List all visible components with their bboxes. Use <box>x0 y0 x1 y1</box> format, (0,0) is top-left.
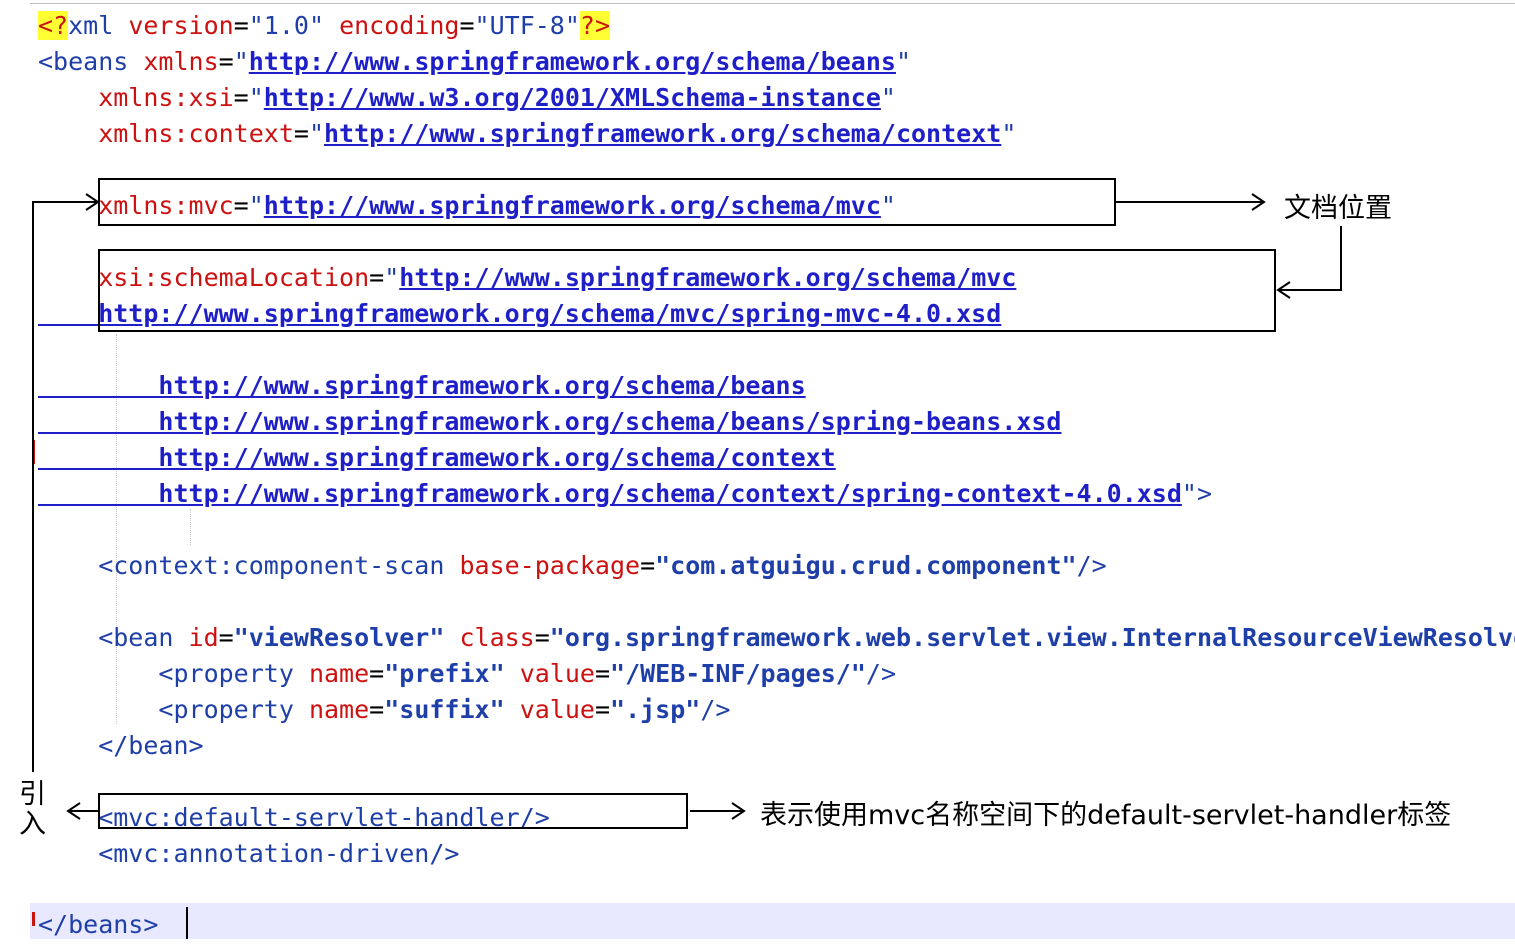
code-token-q: " <box>233 47 249 76</box>
code-token-eq: = <box>534 623 550 652</box>
doc-location-note: 文档位置 <box>1284 193 1392 224</box>
default-servlet-handler-box <box>98 793 688 829</box>
code-token-val: "org.springframework.web.servlet.view.In… <box>549 623 1515 652</box>
servlet-handler-note: 表示使用mvc名称空间下的default-servlet-handler标签 <box>760 800 1452 831</box>
code-token-tag: </bean> <box>38 731 204 760</box>
code-token-url: http://www.springframework.org/schema/co… <box>38 443 836 472</box>
code-token-attr: class <box>459 623 535 652</box>
code-token-eq: = <box>233 83 249 112</box>
code-line[interactable]: <property name="prefix" value="/WEB-INF/… <box>38 657 896 691</box>
code-line[interactable]: http://www.springframework.org/schema/co… <box>38 441 836 475</box>
code-token-eq: = <box>459 11 475 40</box>
code-token-eq: = <box>640 551 656 580</box>
code-line[interactable]: <property name="suffix" value=".jsp"/> <box>38 693 730 727</box>
code-token-url: http://www.springframework.org/schema/be… <box>38 407 1062 436</box>
code-token-q: " <box>895 47 912 76</box>
code-line[interactable]: http://www.springframework.org/schema/be… <box>38 369 806 403</box>
code-token-attr: version <box>128 11 234 40</box>
code-line[interactable]: <mvc:annotation-driven/> <box>38 837 459 871</box>
code-line[interactable]: </bean> <box>38 729 204 763</box>
current-line-highlight <box>30 903 1515 939</box>
code-token-q: " <box>308 119 324 148</box>
code-token-attr: encoding <box>339 11 460 40</box>
code-token-tag: <property <box>38 659 309 688</box>
code-token-val: "suffix" <box>384 695 520 724</box>
code-token-attr: xmlns:xsi <box>38 83 234 112</box>
code-token-pi: <? <box>38 11 69 40</box>
code-token-attr: base-package <box>459 551 641 580</box>
code-token-val: "com.atguigu.crud.component" <box>655 551 1077 580</box>
code-line[interactable]: http://www.springframework.org/schema/be… <box>38 405 1062 439</box>
import-note: 引入 <box>19 779 46 840</box>
code-token-url: http://www.springframework.org/schema/co… <box>38 479 1182 508</box>
schema-location-box <box>98 249 1276 332</box>
code-token-val: ".jsp" <box>610 695 701 724</box>
code-token-q: "1.0" <box>248 11 340 40</box>
code-token-attr: id <box>188 623 219 652</box>
code-token-eq: = <box>218 47 234 76</box>
code-token-eq: = <box>218 623 234 652</box>
indent-guide <box>190 509 191 545</box>
code-line[interactable]: </beans> <box>38 908 158 942</box>
code-token-url: http://www.springframework.org/schema/be… <box>38 371 806 400</box>
code-line[interactable]: http://www.springframework.org/schema/co… <box>38 477 1212 511</box>
code-token-tag: <property <box>38 695 309 724</box>
code-token-q: "UTF-8" <box>474 11 580 40</box>
code-token-kw: xml <box>68 11 129 40</box>
code-token-tag: <context:component-scan <box>38 551 460 580</box>
code-token-val: "viewResolver" <box>233 623 460 652</box>
code-line[interactable]: xmlns:xsi="http://www.w3.org/2001/XMLSch… <box>38 81 896 115</box>
code-token-url: http://www.w3.org/2001/XMLSchema-instanc… <box>263 83 881 112</box>
code-token-eq: = <box>293 119 309 148</box>
code-token-val: "/WEB-INF/pages/" <box>610 659 866 688</box>
code-token-q: " <box>1001 119 1017 148</box>
code-token-val: "prefix" <box>384 659 520 688</box>
code-token-url: http://www.springframework.org/schema/be… <box>248 47 896 76</box>
code-token-eq: = <box>369 695 385 724</box>
code-token-tag: </beans> <box>38 910 159 939</box>
code-token-q: " <box>248 83 264 112</box>
code-token-tag: /> <box>865 659 896 688</box>
code-line[interactable]: <context:component-scan base-package="co… <box>38 549 1107 583</box>
change-marker <box>32 440 35 464</box>
code-line[interactable]: <bean id="viewResolver" class="org.sprin… <box>38 621 1515 655</box>
change-marker <box>32 912 35 926</box>
code-line[interactable]: xmlns:context="http://www.springframewor… <box>38 117 1016 151</box>
code-token-attr: value <box>519 659 595 688</box>
code-token-url: http://www.springframework.org/schema/co… <box>324 119 1002 148</box>
code-token-tag: <mvc:annotation-driven/> <box>38 839 460 868</box>
code-token-tag: /> <box>1076 551 1107 580</box>
code-token-tag: /> <box>700 695 731 724</box>
code-token-pi: ?> <box>579 11 611 40</box>
code-token-tag: <bean <box>38 623 189 652</box>
code-token-tag: <beans <box>38 47 144 76</box>
code-token-attr: xmlns <box>143 47 219 76</box>
code-token-eq: = <box>369 659 385 688</box>
code-token-q: "> <box>1181 479 1213 508</box>
code-line[interactable]: <beans xmlns="http://www.springframework… <box>38 45 911 79</box>
code-token-eq: = <box>594 695 611 724</box>
code-token-attr: name <box>308 659 370 688</box>
code-token-attr: name <box>308 695 370 724</box>
mvc-namespace-box <box>98 178 1116 226</box>
code-token-q: " <box>880 83 896 112</box>
code-token-attr: value <box>519 695 595 724</box>
text-caret <box>186 907 188 939</box>
code-line[interactable]: <?xml version="1.0" encoding="UTF-8"?> <box>38 9 611 43</box>
code-token-eq: = <box>233 11 249 40</box>
code-token-eq: = <box>594 659 611 688</box>
code-token-attr: xmlns:context <box>38 119 294 148</box>
